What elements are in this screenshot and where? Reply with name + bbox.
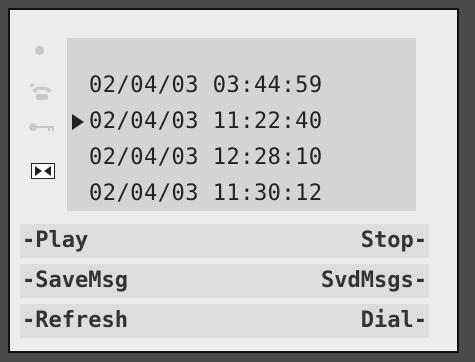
message-display: 02/04/03 03:44:59 02/04/03 11:22:40 02/0… [67, 38, 416, 211]
screen: 02/04/03 03:44:59 02/04/03 11:22:40 02/0… [20, 26, 451, 345]
list-item[interactable]: 02/04/03 03:44:59 [67, 68, 416, 104]
softkey-row-3: -Refresh Dial- [20, 304, 429, 338]
skip-icon [31, 163, 55, 179]
device-frame: 02/04/03 03:44:59 02/04/03 11:22:40 02/0… [8, 8, 459, 353]
refresh-button[interactable]: -Refresh [20, 304, 128, 338]
stop-button[interactable]: Stop- [361, 224, 429, 258]
list-item-selected[interactable]: 02/04/03 11:22:40 [67, 104, 416, 140]
message-timestamp: 02/04/03 12:28:10 [89, 145, 323, 170]
message-timestamp: 02/04/03 03:44:59 [89, 73, 323, 98]
message-timestamp: 02/04/03 11:30:12 [89, 181, 323, 206]
dot-icon [35, 46, 44, 55]
save-message-button[interactable]: -SaveMsg [20, 264, 128, 298]
softkey-row-1: -Play Stop- [20, 224, 429, 258]
message-list: 02/04/03 03:44:59 02/04/03 11:22:40 02/0… [67, 68, 416, 212]
softkey-row-2: -SaveMsg SvdMsgs- [20, 264, 429, 298]
play-button[interactable]: -Play [20, 224, 88, 258]
list-item[interactable]: 02/04/03 11:30:12 [67, 176, 416, 212]
saved-messages-button[interactable]: SvdMsgs- [321, 264, 429, 298]
dial-button[interactable]: Dial- [361, 304, 429, 338]
message-timestamp: 02/04/03 11:22:40 [89, 109, 323, 134]
phone-icon [30, 83, 52, 100]
selection-arrow-icon [72, 114, 84, 130]
key-icon [29, 123, 54, 131]
softkey-bar: -Play Stop- -SaveMsg SvdMsgs- -Refresh D… [20, 224, 429, 343]
status-icons [20, 26, 62, 226]
list-item[interactable]: 02/04/03 12:28:10 [67, 140, 416, 176]
